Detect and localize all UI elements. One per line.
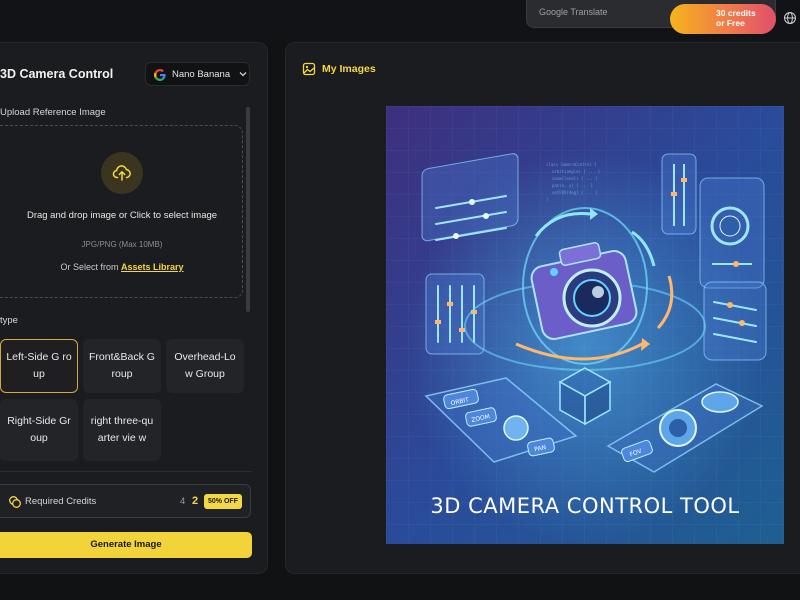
generate-image-button[interactable]: Generate Image xyxy=(0,532,252,558)
camera-control-panel: 3D Camera Control Nano Banana Upload Ref… xyxy=(0,42,268,574)
my-images-title: My Images xyxy=(322,63,376,75)
svg-text:zoom(level) { ... }: zoom(level) { ... } xyxy=(552,176,598,181)
required-credits-label: Required Credits xyxy=(25,496,97,507)
images-icon xyxy=(302,62,316,76)
chevron-down-icon xyxy=(239,72,247,77)
type-option-right-three-quarter[interactable]: right three-quarter vie w xyxy=(83,399,161,461)
svg-text:class CameraControl {: class CameraControl { xyxy=(546,162,597,167)
svg-text:}: } xyxy=(546,197,548,202)
google-icon xyxy=(154,69,166,81)
promo-text: 30 credits or Free xyxy=(716,8,756,28)
dropzone-instructions: Drag and drop image or Click to select i… xyxy=(26,210,218,221)
upload-reference-label: Upload Reference Image xyxy=(0,107,106,118)
top-bar: Google Translate 30 credits or Free xyxy=(0,0,800,42)
generated-image-preview[interactable]: class CameraControl { orbit(angle) { ...… xyxy=(386,106,784,544)
credits-discounted-value: 2 xyxy=(192,495,199,507)
panel-title: 3D Camera Control xyxy=(0,67,114,81)
promo-line1: 30 credits xyxy=(716,8,756,18)
promo-line2: or Free xyxy=(716,18,745,28)
upload-icon-circle xyxy=(101,152,143,194)
assets-library-link[interactable]: Assets Library xyxy=(121,262,184,272)
svg-text:orbit(angle) { ... }: orbit(angle) { ... } xyxy=(552,169,600,174)
coins-icon xyxy=(9,496,21,508)
slider-panel-left xyxy=(425,273,485,355)
preview-title-text: 3D CAMERA CONTROL TOOL xyxy=(430,494,740,518)
panel-scrollbar[interactable] xyxy=(246,107,250,312)
type-option-right-side[interactable]: Right-Side Group xyxy=(0,399,78,461)
type-option-overhead-low[interactable]: Overhead-Low Group xyxy=(166,339,244,393)
globe-icon[interactable] xyxy=(783,11,797,25)
model-select-value: Nano Banana xyxy=(172,69,231,80)
type-option-front-back[interactable]: Front&Back Group xyxy=(83,339,161,393)
promo-badge[interactable]: 30 credits or Free xyxy=(670,4,776,34)
dropzone-format-hint: JPG/PNG (Max 10MB) xyxy=(81,240,163,249)
required-credits-box: Required Credits 4 2 50% OFF xyxy=(0,484,251,518)
model-select[interactable]: Nano Banana xyxy=(145,62,250,86)
google-translate-label: Google Translate xyxy=(539,7,608,17)
image-dropzone[interactable]: Drag and drop image or Click to select i… xyxy=(0,125,243,298)
svg-text:pan(x, y) { ... }: pan(x, y) { ... } xyxy=(552,183,593,188)
discount-badge: 50% OFF xyxy=(204,494,242,509)
credits-original-value: 4 xyxy=(180,496,186,507)
or-select-text: Or Select from xyxy=(60,262,119,272)
svg-text:setFOV(deg) { ... }: setFOV(deg) { ... } xyxy=(552,190,598,195)
cloud-upload-icon xyxy=(112,165,131,181)
type-label: type xyxy=(0,315,18,326)
camera-control-illustration: class CameraControl { orbit(angle) { ...… xyxy=(386,106,784,544)
assets-library-line: Or Select from Assets Library xyxy=(20,262,224,272)
my-images-panel: My Images class CameraControl {orbit(an… xyxy=(285,42,800,574)
type-option-left-side[interactable]: Left-Side G roup xyxy=(0,339,78,393)
bottom-bar xyxy=(0,574,800,600)
divider xyxy=(0,471,252,472)
